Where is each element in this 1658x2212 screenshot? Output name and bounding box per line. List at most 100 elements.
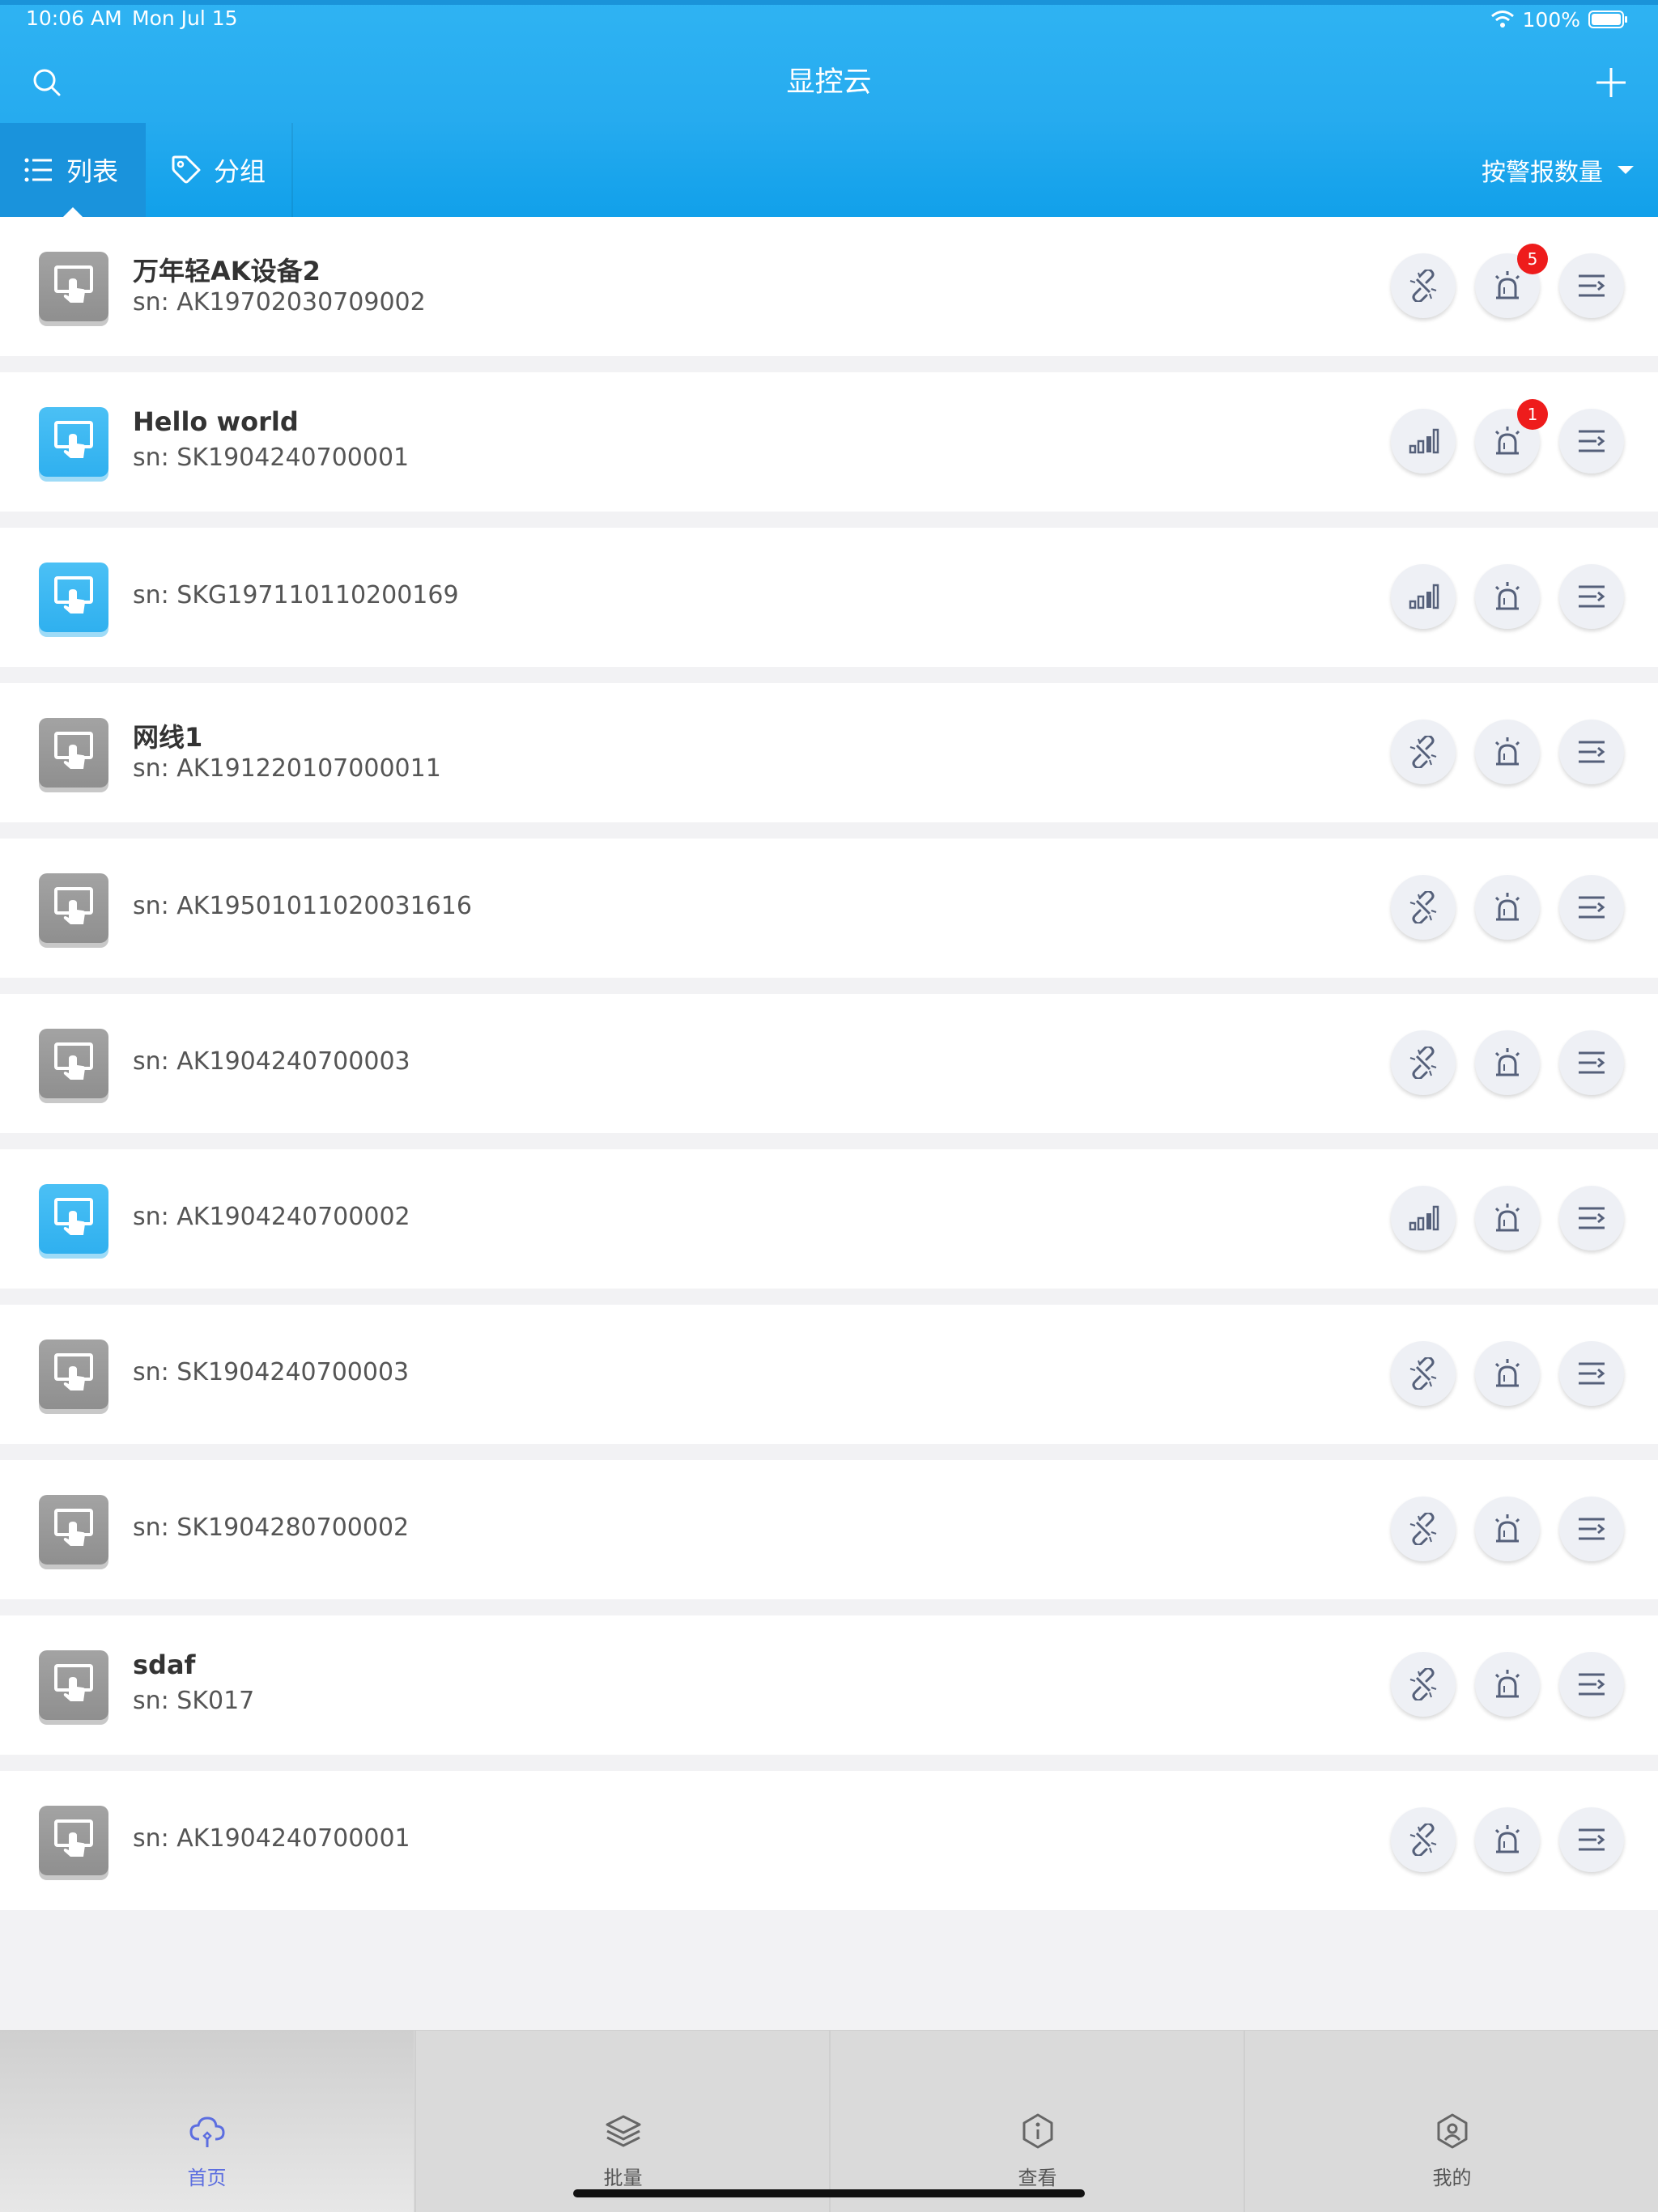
- tab-info-shield[interactable]: 查看: [829, 2031, 1244, 2212]
- device-offline-icon: [39, 252, 108, 321]
- alarm-button[interactable]: [1475, 1186, 1540, 1250]
- connection-button[interactable]: [1391, 720, 1456, 784]
- alarm-button[interactable]: [1475, 564, 1540, 629]
- device-row[interactable]: sn: SKG197110110200169: [0, 528, 1658, 667]
- tab-cloud[interactable]: 首页: [0, 2031, 414, 2212]
- signal-button[interactable]: [1391, 564, 1456, 629]
- status-indicators: 100%: [1490, 6, 1629, 32]
- alarm-icon: [1494, 893, 1520, 921]
- device-name: Hello world: [133, 406, 299, 437]
- tab-label: 我的: [1432, 2167, 1472, 2189]
- device-row[interactable]: sn: AK1904240700003: [0, 994, 1658, 1133]
- menu-arrow-icon: [1579, 896, 1605, 919]
- device-row[interactable]: sn: AK1904240700001: [0, 1771, 1658, 1910]
- alarm-button[interactable]: [1475, 1652, 1540, 1717]
- alarm-count-badge: 5: [1517, 244, 1548, 274]
- more-button[interactable]: [1559, 720, 1624, 784]
- alarm-button[interactable]: 1: [1475, 399, 1548, 473]
- device-offline-icon: [39, 873, 108, 943]
- device-row[interactable]: sdaf sn: SK017: [0, 1615, 1658, 1755]
- device-sn: sn: AK19501011020031616: [133, 892, 472, 920]
- connection-button[interactable]: [1391, 1030, 1456, 1095]
- device-row[interactable]: Hello world sn: SK1904240700001 1: [0, 372, 1658, 512]
- menu-arrow-icon: [1579, 741, 1605, 763]
- tab-label: 批量: [603, 2167, 643, 2189]
- bottom-tab-bar: 首页 批量 查看 我的: [0, 2030, 1658, 2212]
- home-indicator: [573, 2189, 1085, 2197]
- tab-group-label: 分组: [214, 156, 266, 187]
- connection-button[interactable]: [1391, 1341, 1456, 1406]
- more-button[interactable]: [1559, 564, 1624, 629]
- connection-button[interactable]: [1391, 1497, 1456, 1561]
- add-device-button[interactable]: [1588, 60, 1634, 105]
- more-button[interactable]: [1559, 1497, 1624, 1561]
- device-row[interactable]: sn: SK1904240700003: [0, 1305, 1658, 1444]
- tab-profile-shield[interactable]: 我的: [1244, 2031, 1658, 2212]
- device-online-icon: [39, 563, 108, 632]
- tab-label: 首页: [187, 2167, 227, 2189]
- menu-arrow-icon: [1579, 1518, 1605, 1540]
- more-button[interactable]: [1559, 1186, 1624, 1250]
- sort-dropdown[interactable]: 按警报数量: [1482, 123, 1634, 217]
- alarm-icon: [1494, 1514, 1520, 1543]
- alarm-count-badge: 1: [1517, 399, 1548, 430]
- signal-button[interactable]: [1391, 1186, 1456, 1250]
- connection-button[interactable]: [1391, 253, 1456, 318]
- menu-arrow-icon: [1579, 1207, 1605, 1229]
- device-row[interactable]: sn: AK1904240700002: [0, 1149, 1658, 1289]
- more-button[interactable]: [1559, 253, 1624, 318]
- more-button[interactable]: [1559, 1652, 1624, 1717]
- alarm-button[interactable]: [1475, 1497, 1540, 1561]
- more-button[interactable]: [1559, 875, 1624, 940]
- alarm-button[interactable]: [1475, 720, 1540, 784]
- menu-arrow-icon: [1579, 1673, 1605, 1696]
- link-off-icon: [1409, 891, 1437, 923]
- tag-icon: [172, 155, 201, 184]
- more-button[interactable]: [1559, 1341, 1624, 1406]
- device-offline-icon: [39, 718, 108, 788]
- more-button[interactable]: [1559, 1030, 1624, 1095]
- connection-button[interactable]: [1391, 875, 1456, 940]
- alarm-button[interactable]: [1475, 1341, 1540, 1406]
- more-button[interactable]: [1559, 1807, 1624, 1872]
- device-row[interactable]: sn: SK1904280700002: [0, 1460, 1658, 1599]
- page-title: 显控云: [786, 66, 872, 99]
- alarm-icon: [1494, 737, 1520, 766]
- device-row[interactable]: 万年轻AK设备2 sn: AK19702030709002 5: [0, 217, 1658, 356]
- menu-arrow-icon: [1579, 1828, 1605, 1851]
- view-tabs: 列表 分组 按警报数量: [0, 123, 1658, 217]
- tab-list[interactable]: 列表: [0, 123, 146, 217]
- profile-shield-icon: [1437, 2113, 1467, 2149]
- tab-label: 查看: [1018, 2167, 1057, 2189]
- connection-button[interactable]: [1391, 1652, 1456, 1717]
- device-sn: sn: AK19702030709002: [133, 288, 426, 316]
- alarm-icon: [1494, 271, 1520, 299]
- signal-button[interactable]: [1391, 409, 1456, 473]
- alarm-button[interactable]: [1475, 875, 1540, 940]
- device-sn: sn: SK1904240700003: [133, 1358, 410, 1386]
- sort-label: 按警报数量: [1482, 159, 1603, 187]
- top-strip: [0, 0, 1658, 5]
- device-offline-icon: [39, 1806, 108, 1875]
- info-shield-icon: [1022, 2113, 1052, 2149]
- alarm-icon: [1494, 582, 1520, 610]
- device-sn: sn: AK1904240700003: [133, 1047, 410, 1076]
- alarm-button[interactable]: [1475, 1807, 1540, 1872]
- app-header: 10:06 AM Mon Jul 15 100% 显控云 列表 分组 按警报数量: [0, 0, 1658, 217]
- device-sn: sn: AK191220107000011: [133, 754, 441, 783]
- tab-layers[interactable]: 批量: [414, 2031, 830, 2212]
- alarm-button[interactable]: 5: [1475, 244, 1548, 318]
- connection-button[interactable]: [1391, 1807, 1456, 1872]
- device-sn: sn: SKG197110110200169: [133, 581, 459, 609]
- alarm-button[interactable]: [1475, 1030, 1540, 1095]
- list-icon: [24, 158, 52, 182]
- more-button[interactable]: [1559, 409, 1624, 473]
- link-off-icon: [1409, 1513, 1437, 1545]
- device-offline-icon: [39, 1650, 108, 1720]
- tab-group[interactable]: 分组: [146, 123, 293, 217]
- device-row[interactable]: 网线1 sn: AK191220107000011: [0, 683, 1658, 822]
- device-row[interactable]: sn: AK19501011020031616: [0, 839, 1658, 978]
- device-name: 网线1: [133, 722, 203, 753]
- battery-icon: [1588, 11, 1627, 28]
- menu-arrow-icon: [1579, 274, 1605, 297]
